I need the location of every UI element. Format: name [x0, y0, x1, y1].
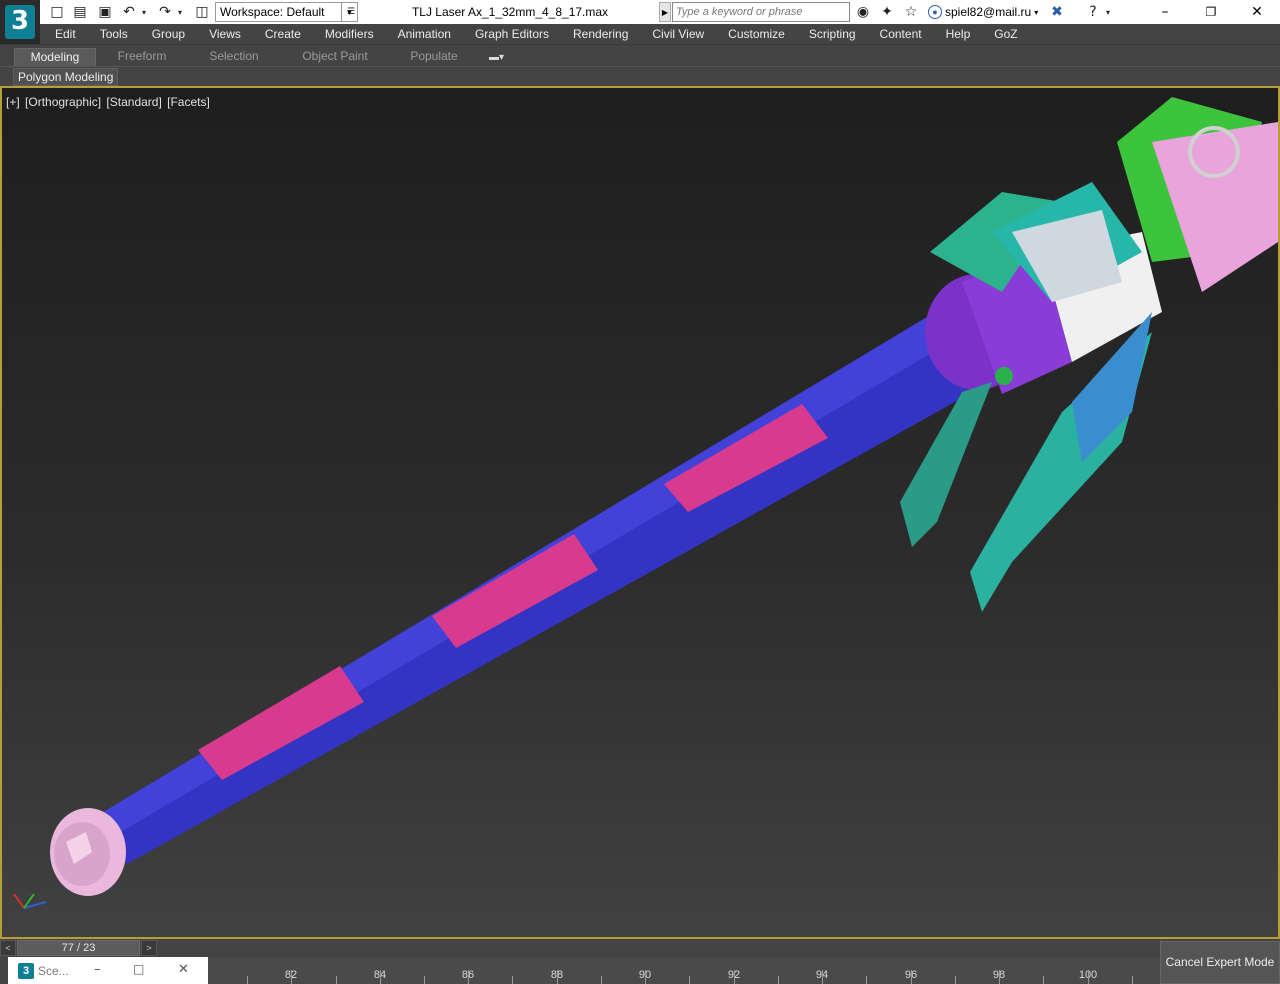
- search-input[interactable]: Type a keyword or phrase: [672, 2, 850, 22]
- viewport-point-of-view[interactable]: [Orthographic]: [25, 95, 101, 109]
- tab-modeling[interactable]: Modeling: [14, 48, 96, 66]
- restore-button[interactable]: ❐: [1188, 0, 1234, 24]
- 3dsmax-window: 3 □ ▤ ▣ ↶ ▾ ↷ ▾ ◫ Workspace: Default ▼ ☰…: [0, 0, 1280, 984]
- x-autodesk-icon[interactable]: ✖: [1048, 3, 1066, 21]
- tick-mark: [645, 970, 646, 984]
- tick-mark: [424, 976, 425, 984]
- scene-render: [13, 97, 1278, 909]
- help-icon[interactable]: ?: [1084, 3, 1102, 21]
- cancel-expert-mode-button[interactable]: Cancel Expert Mode: [1160, 941, 1280, 984]
- menu-bar: Edit Tools Group Views Create Modifiers …: [40, 24, 1280, 44]
- tick-mark: [512, 976, 513, 984]
- polygon-modeling-panel[interactable]: Polygon Modeling: [13, 68, 119, 86]
- binoculars-icon[interactable]: ◉: [854, 3, 872, 21]
- menu-rendering[interactable]: Rendering: [558, 27, 637, 41]
- tick-mark: [999, 970, 1000, 984]
- redo-dropdown-icon[interactable]: ▾: [174, 3, 186, 21]
- scene-explorer-window[interactable]: 3 Sce... – □ ✕: [8, 957, 208, 984]
- tick-mark: [1088, 970, 1089, 984]
- save-icon[interactable]: ▣: [96, 3, 114, 21]
- close-button[interactable]: ✕: [1234, 0, 1280, 24]
- ribbon-panel: Polygon Modeling: [0, 66, 1280, 86]
- menu-views[interactable]: Views: [194, 27, 250, 41]
- menu-content[interactable]: Content: [865, 27, 931, 41]
- time-slider-prev-button[interactable]: <: [0, 940, 16, 956]
- ribbon-tabs: Modeling Freeform Selection Object Paint…: [0, 44, 1280, 66]
- tick-mark: [734, 970, 735, 984]
- tick-mark: [911, 970, 912, 984]
- search-expand-icon[interactable]: ▶: [659, 2, 671, 22]
- tick-mark: [336, 976, 337, 984]
- menu-group[interactable]: Group: [137, 27, 194, 41]
- app-logo-mark: 3: [5, 5, 35, 39]
- tick-mark: [557, 970, 558, 984]
- menu-modifiers[interactable]: Modifiers: [310, 27, 383, 41]
- chevron-down-icon: ▾: [1034, 7, 1039, 17]
- tick-mark: [380, 970, 381, 984]
- axis-x: [13, 893, 25, 909]
- tab-freeform[interactable]: Freeform: [104, 48, 180, 66]
- tab-populate[interactable]: Populate: [398, 48, 470, 66]
- scene-explorer-title: Sce...: [38, 963, 69, 978]
- star-icon[interactable]: ☆: [902, 3, 920, 21]
- menu-goz[interactable]: GoZ: [979, 27, 1026, 41]
- ribbon-options-icon[interactable]: ▬▾: [489, 52, 515, 63]
- viewport-orthographic[interactable]: [+] [Orthographic] [Standard] [Facets]: [0, 86, 1280, 939]
- tick-mark: [689, 976, 690, 984]
- app-logo[interactable]: 3: [0, 0, 40, 44]
- tick-mark: [1043, 976, 1044, 984]
- tick-mark: [866, 976, 867, 984]
- menu-help[interactable]: Help: [931, 27, 980, 41]
- undo-dropdown-icon[interactable]: ▾: [138, 3, 150, 21]
- menu-create[interactable]: Create: [250, 27, 310, 41]
- tick-mark: [291, 970, 292, 984]
- track-bar[interactable]: 82 84 86 88 90 92 94 96 98 100: [208, 957, 1160, 984]
- open-file-icon[interactable]: ▤: [71, 3, 89, 21]
- menu-animation[interactable]: Animation: [383, 27, 460, 41]
- tick-mark: [247, 976, 248, 984]
- time-slider-next-button[interactable]: >: [141, 940, 157, 956]
- tab-object-paint[interactable]: Object Paint: [290, 48, 380, 66]
- menu-scripting[interactable]: Scripting: [794, 27, 865, 41]
- scene-minimize-button[interactable]: –: [94, 962, 101, 977]
- user-email: spiel82@mail.ru: [945, 5, 1032, 19]
- scene-explorer-icon: 3: [18, 962, 34, 979]
- undo-icon[interactable]: ↶: [120, 3, 138, 21]
- time-slider-thumb[interactable]: 77 / 23: [17, 940, 140, 956]
- tab-selection[interactable]: Selection: [196, 48, 272, 66]
- tick-mark: [822, 970, 823, 984]
- star-tools-icon[interactable]: ✦: [878, 3, 896, 21]
- project-folder-icon[interactable]: ◫: [193, 3, 211, 21]
- time-slider: < 77 / 23 >: [0, 939, 1160, 957]
- tick-mark: [955, 976, 956, 984]
- menu-edit[interactable]: Edit: [40, 27, 85, 41]
- scene-close-button[interactable]: ✕: [178, 962, 189, 977]
- menu-civil-view[interactable]: Civil View: [637, 27, 713, 41]
- viewport-shading-standard[interactable]: [Standard]: [106, 95, 161, 109]
- tick-mark: [601, 976, 602, 984]
- workspace-label: Workspace: Default: [220, 5, 325, 19]
- title-bar: 3 □ ▤ ▣ ↶ ▾ ↷ ▾ ◫ Workspace: Default ▼ ☰…: [0, 0, 1280, 44]
- menu-customize[interactable]: Customize: [713, 27, 794, 41]
- new-file-icon[interactable]: □: [48, 3, 66, 21]
- tick-mark: [1132, 976, 1133, 984]
- menu-graph-editors[interactable]: Graph Editors: [460, 27, 558, 41]
- workspace-dropdown[interactable]: Workspace: Default ▼: [215, 2, 358, 22]
- scene-maximize-button[interactable]: □: [133, 962, 144, 976]
- minimize-button[interactable]: –: [1142, 0, 1188, 24]
- help-dropdown-icon[interactable]: ▾: [1103, 3, 1113, 21]
- menu-tools[interactable]: Tools: [85, 27, 137, 41]
- workspace-menu-icon[interactable]: ☰: [344, 3, 358, 21]
- tick-mark: [468, 970, 469, 984]
- viewport-menu-plus[interactable]: [+]: [6, 95, 20, 109]
- tick-mark: [778, 976, 779, 984]
- redo-icon[interactable]: ↷: [156, 3, 174, 21]
- user-icon: ●: [928, 5, 942, 19]
- viewport-shading-facets[interactable]: [Facets]: [167, 95, 210, 109]
- green-knob: [995, 367, 1013, 385]
- document-title: TLJ Laser Ax_1_32mm_4_8_17.max: [411, 5, 609, 19]
- user-account[interactable]: ● spiel82@mail.ru ▾: [928, 3, 1038, 21]
- viewport-label[interactable]: [+] [Orthographic] [Standard] [Facets]: [6, 95, 212, 109]
